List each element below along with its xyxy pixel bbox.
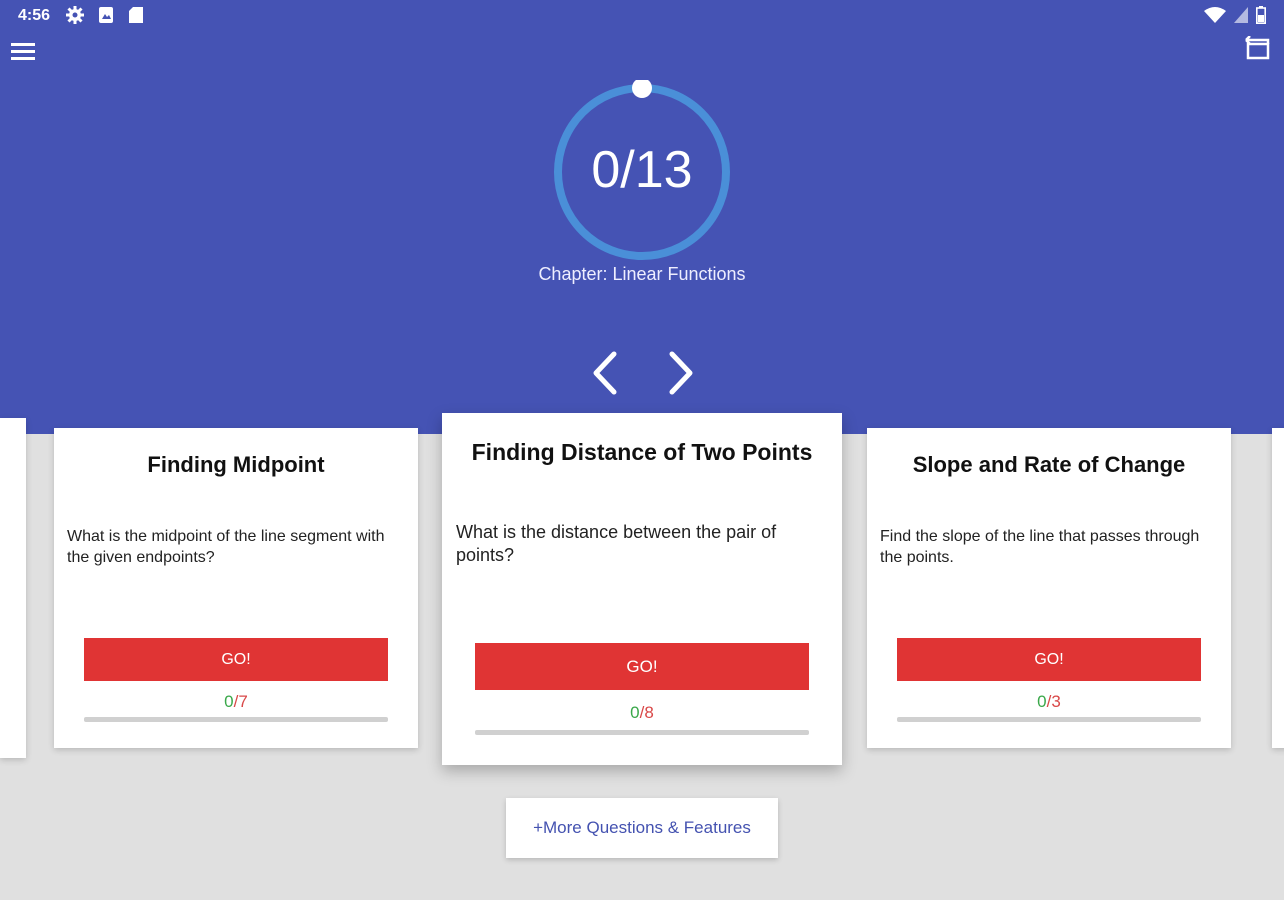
card-description: Find the slope of the line that passes t… <box>880 528 1200 566</box>
status-indicators <box>1204 6 1266 24</box>
status-time: 4:56 <box>18 7 51 24</box>
battery-icon <box>1256 6 1266 24</box>
go-button[interactable]: GO! <box>475 643 809 690</box>
score-done: 0 <box>1037 692 1047 711</box>
score-total: 7 <box>238 692 248 711</box>
settings-icon <box>66 6 84 29</box>
card-previous-partial[interactable] <box>0 418 26 758</box>
go-button[interactable]: GO! <box>897 638 1201 681</box>
photo-icon <box>98 6 114 29</box>
signal-icon <box>1234 7 1248 23</box>
score-progress-bar <box>475 730 809 735</box>
score-progress-bar <box>897 717 1201 722</box>
score-done: 0 <box>224 692 234 711</box>
card-title: Finding Midpoint <box>147 452 325 477</box>
chevron-left-icon[interactable] <box>586 350 626 396</box>
chevron-right-icon[interactable] <box>660 350 700 396</box>
card-score: 0/3 <box>867 692 1231 712</box>
topic-card: Slope and Rate of Change Find the slope … <box>867 428 1231 748</box>
progress-ring-knob <box>632 80 652 98</box>
card-description: What is the midpoint of the line segment… <box>67 528 385 566</box>
score-total: 8 <box>644 703 654 722</box>
sd-card-icon <box>128 6 144 29</box>
score-progress-bar <box>84 717 388 722</box>
card-next-partial[interactable] <box>1272 428 1284 748</box>
progress-count: 0/13 <box>591 141 693 199</box>
hamburger-menu-icon[interactable] <box>10 40 36 62</box>
card-description: What is the distance between the pair of… <box>456 522 777 565</box>
topic-card-active: Finding Distance of Two Points What is t… <box>442 413 842 765</box>
more-questions-button[interactable]: +More Questions & Features <box>506 798 778 858</box>
card-title: Finding Distance of Two Points <box>471 439 813 465</box>
card-title: Slope and Rate of Change <box>912 452 1186 477</box>
card-score: 0/8 <box>442 703 842 723</box>
chapter-label: Chapter: Linear Functions <box>538 264 746 284</box>
status-bar: 4:56 <box>0 0 1284 32</box>
score-done: 0 <box>630 703 640 722</box>
wifi-icon <box>1204 7 1226 23</box>
card-score: 0/7 <box>54 692 418 712</box>
score-total: 3 <box>1051 692 1061 711</box>
header-banner: 4:56 0/13 Chapter: Linear Functions <box>0 0 1284 434</box>
go-button[interactable]: GO! <box>84 638 388 681</box>
topic-card: Finding Midpoint What is the midpoint of… <box>54 428 418 748</box>
restart-icon[interactable] <box>1244 35 1272 62</box>
